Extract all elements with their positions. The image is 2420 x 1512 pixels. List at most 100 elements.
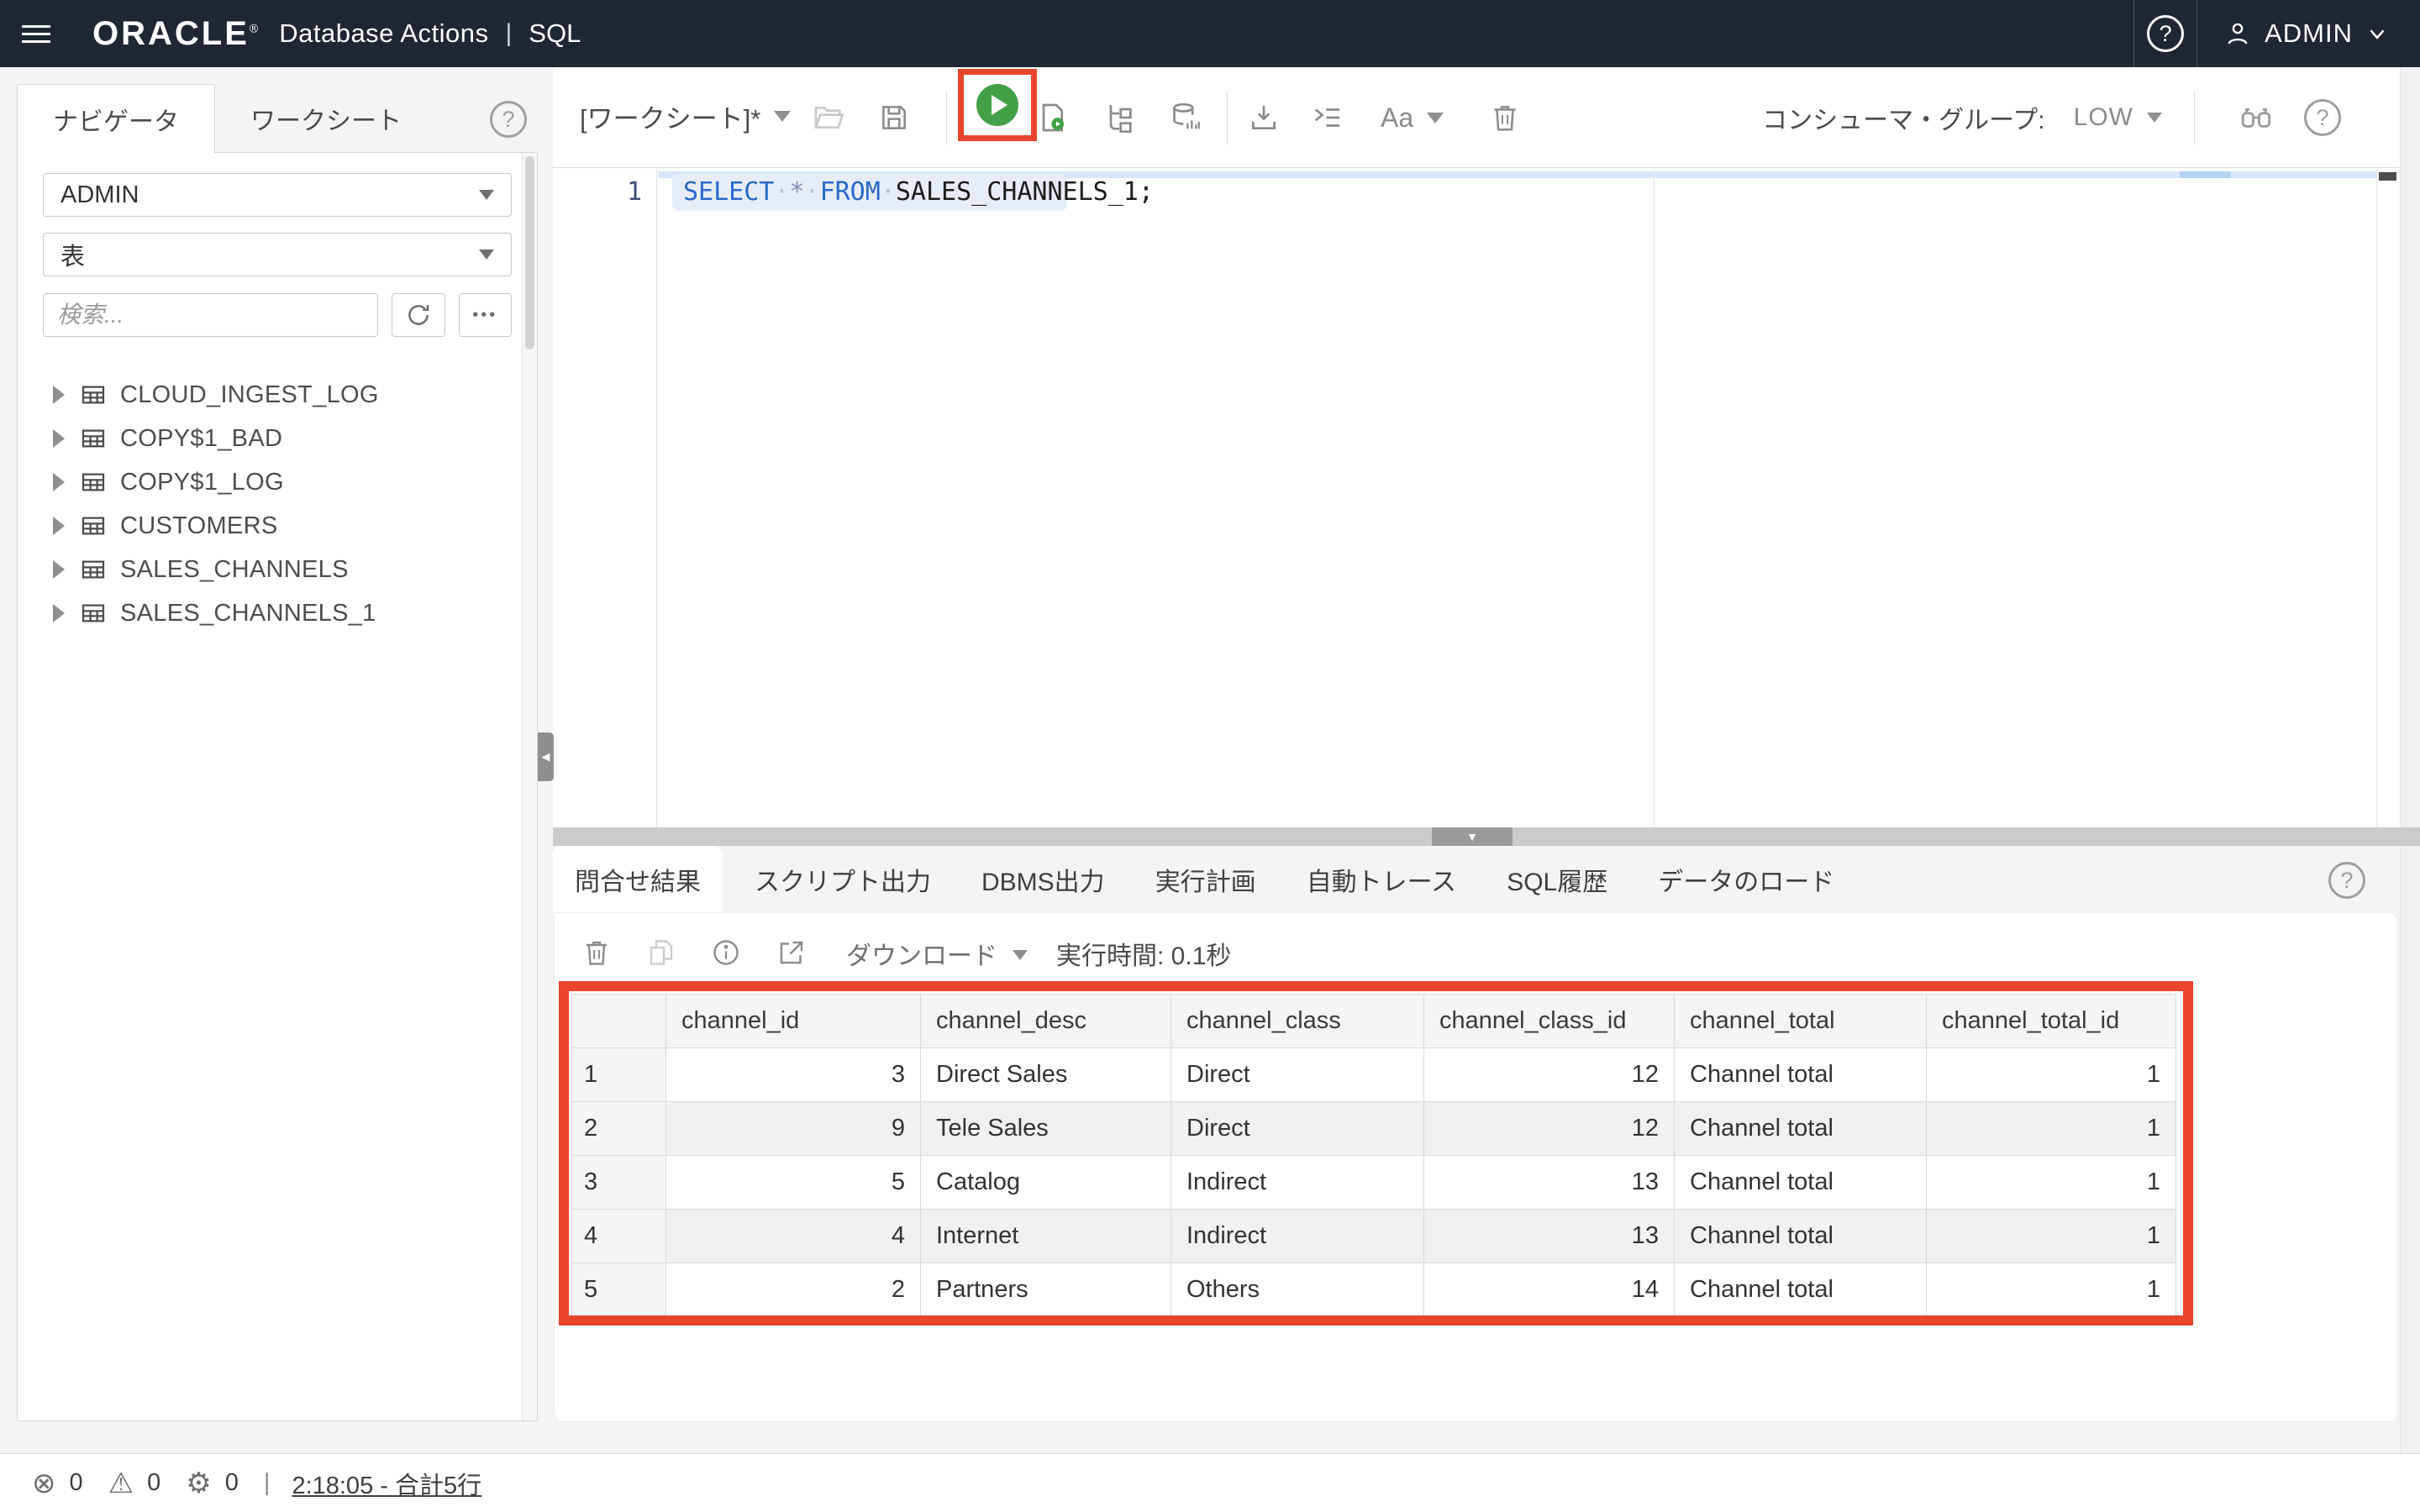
refresh-button[interactable] — [392, 293, 445, 337]
clear-results-button[interactable] — [576, 932, 618, 974]
grid-cell[interactable]: 1 — [1927, 1048, 2176, 1102]
sidebar-help-button[interactable]: ? — [490, 101, 527, 138]
grid-cell[interactable]: 12 — [1424, 1102, 1675, 1156]
splitter-collapse-handle[interactable]: ▼ — [1432, 827, 1512, 846]
row-number-cell[interactable]: 3 — [572, 1156, 666, 1210]
grid-cell[interactable]: Catalog — [921, 1156, 1171, 1210]
grid-cell[interactable]: Channel total — [1675, 1263, 1927, 1317]
tree-item-table[interactable]: CUSTOMERS — [18, 504, 522, 548]
chevron-down-icon[interactable] — [1013, 950, 1028, 960]
more-options-button[interactable]: ••• — [459, 293, 512, 337]
grid-cell[interactable]: 2 — [666, 1263, 921, 1317]
grid-cell[interactable]: Tele Sales — [921, 1102, 1171, 1156]
tab-dbms-output[interactable]: DBMS出力 — [956, 846, 1130, 913]
grid-cell[interactable]: Channel total — [1675, 1156, 1927, 1210]
download-results-button[interactable]: ダウンロード — [846, 935, 997, 972]
run-script-button[interactable] — [1028, 92, 1076, 143]
tab-worksheet[interactable]: ワークシート — [215, 84, 437, 153]
column-header[interactable]: channel_class — [1171, 995, 1424, 1048]
caret-right-icon[interactable] — [53, 604, 65, 622]
grid-cell[interactable]: 12 — [1424, 1048, 1675, 1102]
row-number-cell[interactable]: 1 — [572, 1048, 666, 1102]
sql-code-line[interactable]: SELECT·*·FROM·SALES_CHANNELS_1; — [683, 174, 1154, 211]
clear-worksheet-button[interactable] — [1481, 92, 1528, 143]
grid-cell[interactable]: Channel total — [1675, 1048, 1927, 1102]
grid-cell[interactable]: 1 — [1927, 1102, 2176, 1156]
search-input[interactable] — [43, 293, 378, 337]
grid-cell[interactable]: 13 — [1424, 1210, 1675, 1263]
autotrace-button[interactable] — [1161, 92, 1208, 143]
grid-cell[interactable]: 14 — [1424, 1263, 1675, 1317]
explain-plan-button[interactable] — [1096, 92, 1143, 143]
grid-cell[interactable]: Internet — [921, 1210, 1171, 1263]
format-button[interactable] — [1304, 92, 1351, 143]
page-scrollbar-track[interactable] — [2400, 67, 2420, 1453]
grid-cell[interactable]: 1 — [1927, 1210, 2176, 1263]
grid-cell[interactable]: 9 — [666, 1102, 921, 1156]
column-header[interactable]: channel_class_id — [1424, 995, 1675, 1048]
user-menu[interactable]: ADMIN — [2197, 0, 2420, 67]
grid-cell[interactable]: Channel total — [1675, 1102, 1927, 1156]
download-editor-button[interactable] — [1240, 92, 1287, 143]
save-button[interactable] — [871, 92, 918, 143]
tree-item-table[interactable]: COPY$1_BAD — [18, 417, 522, 460]
tree-item-table[interactable]: CLOUD_INGEST_LOG — [18, 373, 522, 417]
worksheet-title-menu[interactable]: [ワークシート]* — [580, 97, 791, 135]
tab-script-output[interactable]: スクリプト出力 — [729, 846, 956, 913]
grid-corner-cell[interactable] — [572, 995, 666, 1048]
chevron-down-icon[interactable] — [2147, 113, 2162, 123]
grid-cell[interactable]: Channel total — [1675, 1210, 1927, 1263]
grid-cell[interactable]: Direct — [1171, 1048, 1424, 1102]
tab-sql-history[interactable]: SQL履歴 — [1481, 846, 1633, 913]
row-number-cell[interactable]: 2 — [572, 1102, 666, 1156]
tree-item-table[interactable]: SALES_CHANNELS — [18, 548, 522, 591]
schema-select[interactable]: ADMIN — [43, 173, 512, 217]
copy-results-button[interactable] — [640, 932, 682, 974]
caret-right-icon[interactable] — [53, 560, 65, 579]
editor-scrollbar[interactable] — [2376, 169, 2398, 827]
grid-cell[interactable]: 1 — [1927, 1156, 2176, 1210]
column-header[interactable]: channel_desc — [921, 995, 1171, 1048]
grid-cell[interactable]: Others — [1171, 1263, 1424, 1317]
grid-cell[interactable]: Indirect — [1171, 1210, 1424, 1263]
row-number-cell[interactable]: 4 — [572, 1210, 666, 1263]
sidebar-scrollbar[interactable] — [522, 153, 537, 1420]
row-number-cell[interactable]: 5 — [572, 1263, 666, 1317]
results-help-button[interactable]: ? — [2328, 862, 2365, 899]
result-info-button[interactable] — [705, 932, 747, 974]
scrollbar-thumb[interactable] — [525, 156, 534, 349]
grid-cell[interactable]: Partners — [921, 1263, 1171, 1317]
tab-navigator[interactable]: ナビゲータ — [17, 84, 215, 153]
caret-right-icon[interactable] — [53, 473, 65, 491]
tab-query-result[interactable]: 問合せ結果 — [553, 846, 723, 913]
find-button[interactable] — [2238, 100, 2274, 135]
scrollbar-thumb[interactable] — [2379, 172, 2396, 181]
caret-right-icon[interactable] — [53, 386, 65, 404]
column-header[interactable]: channel_id — [666, 995, 921, 1048]
column-header[interactable]: channel_total_id — [1927, 995, 2176, 1048]
grid-cell[interactable]: 4 — [666, 1210, 921, 1263]
tab-autotrace[interactable]: 自動トレース — [1281, 846, 1482, 913]
worksheet-help-button[interactable]: ? — [2304, 99, 2341, 136]
tab-data-loading[interactable]: データのロード — [1633, 846, 1860, 913]
tree-item-table[interactable]: SALES_CHANNELS_1 — [18, 591, 522, 635]
grid-cell[interactable]: 5 — [666, 1156, 921, 1210]
grid-cell[interactable]: Direct Sales — [921, 1048, 1171, 1102]
grid-cell[interactable]: 13 — [1424, 1156, 1675, 1210]
object-type-select[interactable]: 表 — [43, 233, 512, 276]
grid-cell[interactable]: Indirect — [1171, 1156, 1424, 1210]
tree-item-table[interactable]: COPY$1_LOG — [18, 460, 522, 504]
sidebar-collapse-handle[interactable]: ◀ — [538, 732, 554, 781]
consumer-group-value[interactable]: LOW — [2074, 103, 2133, 132]
grid-cell[interactable]: 1 — [1927, 1263, 2176, 1317]
open-file-button[interactable] — [805, 92, 852, 143]
font-size-menu[interactable]: Aa — [1381, 92, 1444, 143]
sql-editor[interactable]: 1 SELECT·*·FROM·SALES_CHANNELS_1; — [553, 169, 2400, 827]
panel-splitter[interactable]: ▼ — [553, 827, 2420, 846]
grid-cell[interactable]: 3 — [666, 1048, 921, 1102]
open-in-new-button[interactable] — [771, 932, 813, 974]
column-header[interactable]: channel_total — [1675, 995, 1927, 1048]
caret-right-icon[interactable] — [53, 517, 65, 535]
hamburger-menu-icon[interactable] — [0, 0, 72, 67]
run-statement-button[interactable] — [976, 84, 1018, 126]
